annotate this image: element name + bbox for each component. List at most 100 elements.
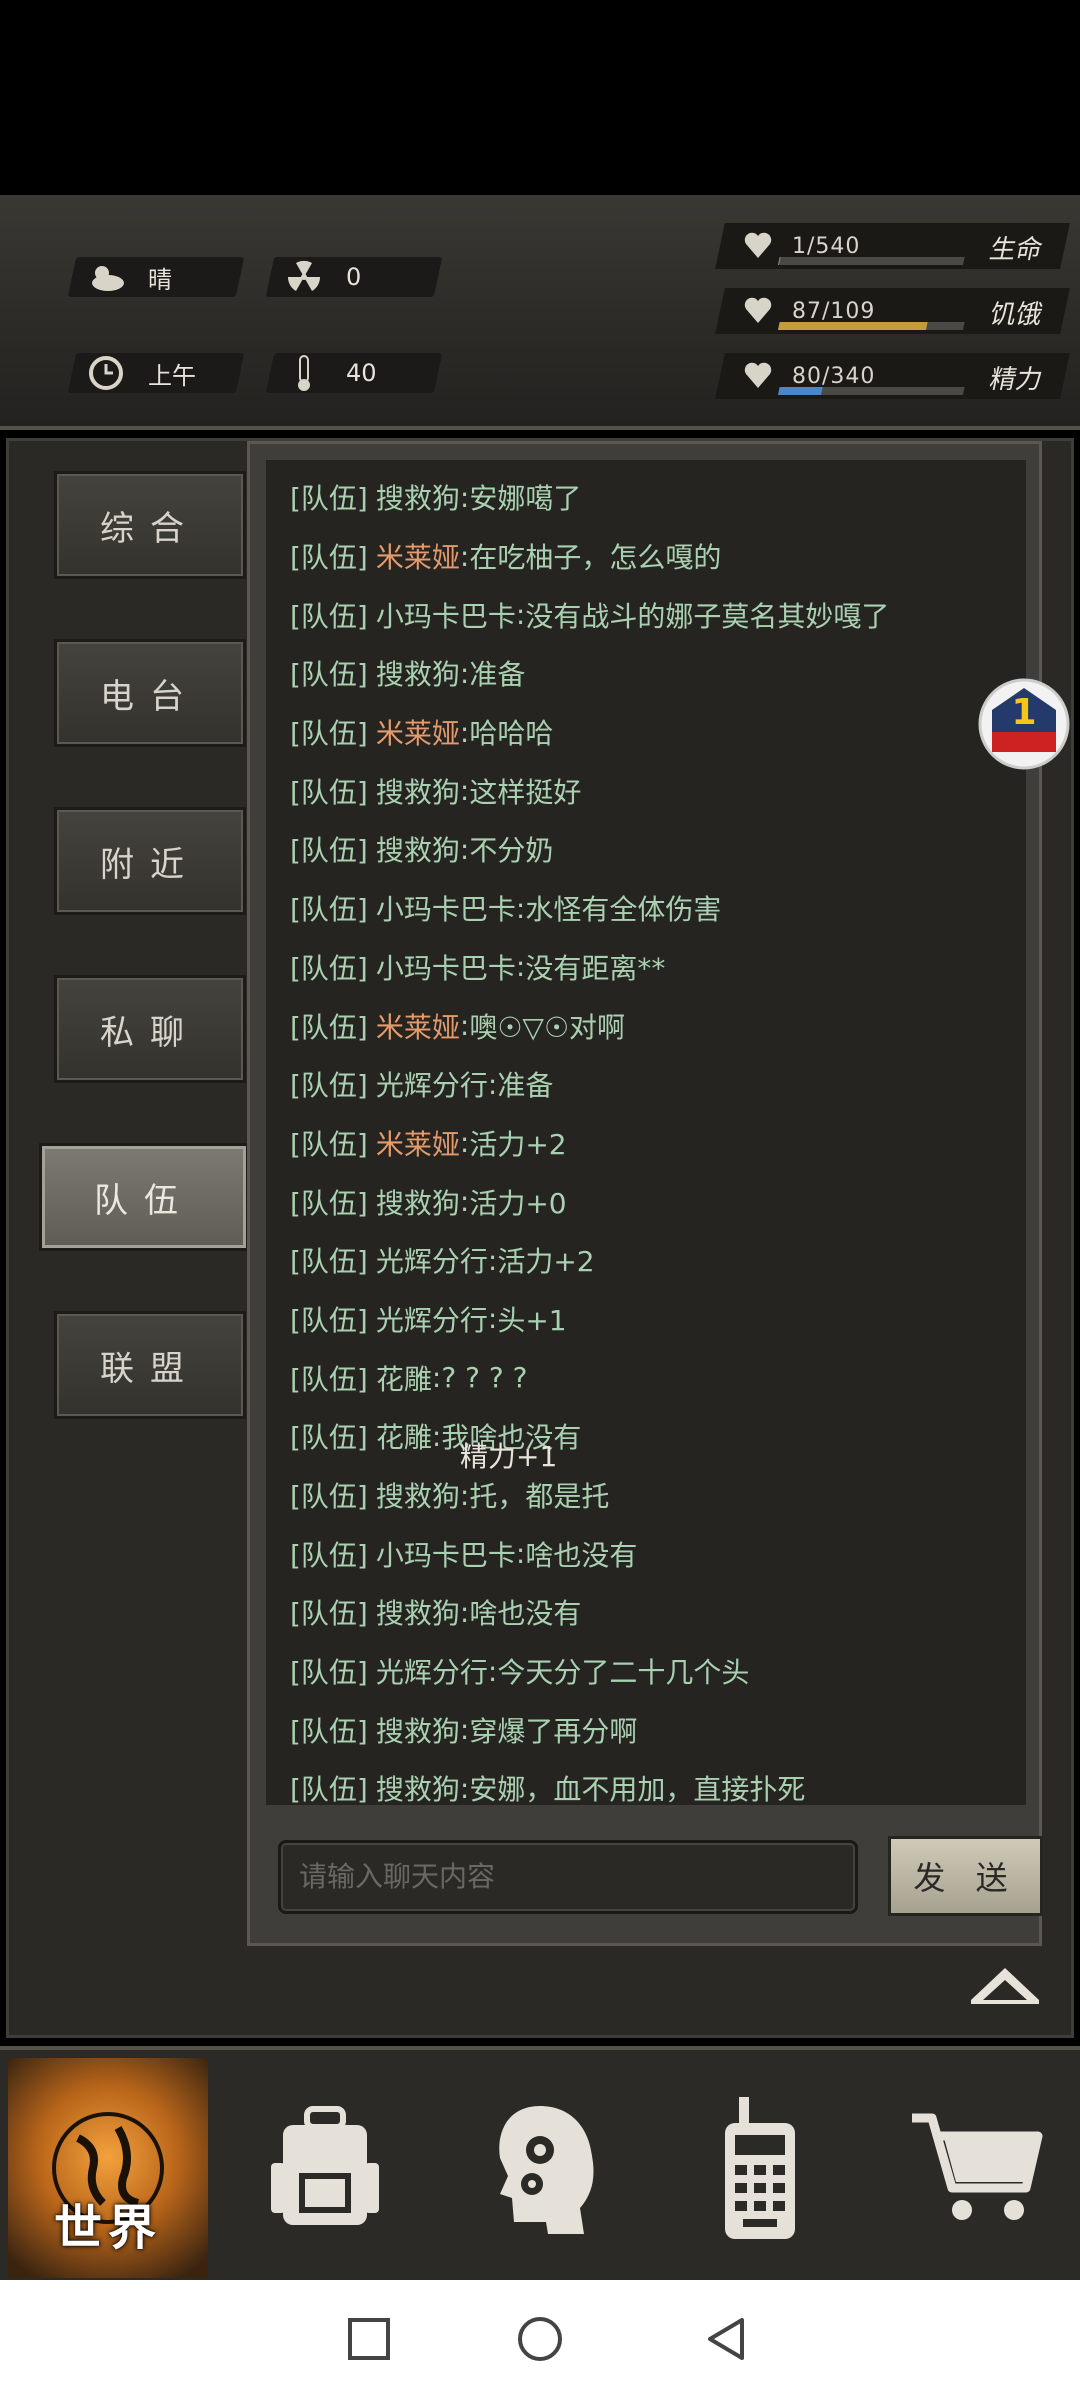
radiation-value: 0 [346, 263, 362, 291]
send-button[interactable]: 发 送 [888, 1836, 1043, 1916]
recent-apps-icon [348, 2318, 390, 2360]
chat-message: [队伍] 搜救狗: 安娜，血不用加，直接扑死 [266, 1759, 1026, 1805]
top-hud: 晴 0 上午 40 1/540 生命 87/109 饥饿 80/340 精力 [0, 195, 1080, 595]
separator: : [515, 598, 526, 632]
notification-badge[interactable]: 1 [978, 662, 1080, 782]
message-text: 不分奶 [469, 834, 554, 868]
separator: : [487, 1654, 498, 1688]
collapse-chat-button[interactable] [967, 1960, 1043, 2006]
chat-message: [队伍] 搜救狗: 活力+0 [266, 1172, 1026, 1231]
chat-message: [队伍] 米莱娅: 噢☉▽☉对啊 [266, 996, 1026, 1055]
channel-tag: [队伍] [290, 658, 368, 692]
chat-message: [队伍] 搜救狗: 托，都是托 [266, 1466, 1026, 1525]
stat-value: 87/109 [792, 298, 876, 324]
nav-radio-button[interactable] [660, 2058, 860, 2278]
sender-name[interactable]: 花雕 [376, 1416, 432, 1456]
tab-3[interactable]: 私聊 [54, 975, 246, 1083]
separator: : [459, 715, 470, 749]
sender-name[interactable]: 小玛卡巴卡 [376, 595, 516, 635]
sender-name[interactable]: 搜救狗 [376, 1710, 460, 1750]
channel-tag: [队伍] [290, 1010, 368, 1044]
shopping-cart-icon [912, 2113, 1043, 2220]
sender-name[interactable]: 米莱娅 [376, 1123, 460, 1163]
chat-message: [队伍] 小玛卡巴卡: 没有战斗的娜子莫名其妙嘎了 [266, 585, 1026, 644]
channel-tag: [队伍] [290, 1656, 368, 1690]
chat-message-list[interactable]: [队伍] 搜救狗: 安娜噶了 [队伍] 米莱娅: 在吃柚子，怎么嘎的 [队伍] 小玛卡巴卡: 没… [266, 460, 1026, 1805]
tab-0[interactable]: 综合 [54, 471, 246, 579]
message-text: 啥也没有 [525, 1538, 638, 1572]
message-text: 在吃柚子，怎么嘎的 [469, 541, 722, 575]
message-text: 噢☉▽☉对啊 [469, 1010, 626, 1044]
message-text: 没有距离** [525, 951, 666, 985]
separator: : [459, 539, 470, 573]
message-text: ? ? ? ? [441, 1361, 528, 1395]
radiation-icon [284, 257, 324, 297]
sender-name[interactable]: 光辉分行 [376, 1240, 488, 1280]
sender-name[interactable]: 搜救狗 [376, 653, 460, 693]
separator: : [459, 656, 470, 690]
message-text: 活力+2 [497, 1245, 595, 1279]
nav-skills-button[interactable] [443, 2058, 643, 2278]
svg-text:1: 1 [1011, 692, 1036, 733]
sender-name[interactable]: 小玛卡巴卡 [376, 1534, 516, 1574]
sender-name[interactable]: 搜救狗 [376, 1182, 460, 1222]
stat-name: 生命 [986, 235, 1046, 265]
stat-name: 精力 [986, 365, 1046, 395]
sender-name[interactable]: 花雕 [376, 1358, 432, 1398]
channel-tag: [队伍] [290, 1362, 368, 1396]
separator: : [487, 1067, 498, 1101]
chat-message: [队伍] 小玛卡巴卡: 没有距离** [266, 938, 1026, 997]
nav-shop-button[interactable] [878, 2058, 1078, 2278]
channel-tag: [队伍] [290, 775, 368, 809]
message-text: 安娜噶了 [469, 482, 582, 516]
channel-tag: [队伍] [290, 541, 368, 575]
sender-name[interactable]: 米莱娅 [376, 712, 460, 752]
tab-1[interactable]: 电台 [54, 639, 246, 747]
sender-name[interactable]: 搜救狗 [376, 477, 460, 517]
separator: : [459, 1009, 470, 1043]
sender-name[interactable]: 光辉分行 [376, 1299, 488, 1339]
separator: : [459, 1478, 470, 1512]
sender-name[interactable]: 搜救狗 [376, 1768, 460, 1805]
stat-0: 1/540 生命 [715, 223, 1070, 269]
channel-tag: [队伍] [290, 1303, 368, 1337]
sender-name[interactable]: 搜救狗 [376, 1592, 460, 1632]
sender-name[interactable]: 光辉分行 [376, 1064, 488, 1104]
message-text: 这样挺好 [469, 775, 582, 809]
sender-name[interactable]: 光辉分行 [376, 1651, 488, 1691]
stat-1: 87/109 饥饿 [715, 288, 1070, 334]
tab-2[interactable]: 附近 [54, 807, 246, 915]
sender-name[interactable]: 米莱娅 [376, 536, 460, 576]
separator: : [515, 1537, 526, 1571]
message-text: 活力+2 [469, 1127, 567, 1161]
time-chip: 上午 [67, 353, 245, 393]
separator: : [459, 1713, 470, 1747]
chat-message: [队伍] 花雕:? ? ? ? [266, 1348, 1026, 1407]
chat-input[interactable] [278, 1840, 858, 1914]
chat-message: [队伍] 光辉分行: 活力+2 [266, 1231, 1026, 1290]
nav-backpack-button[interactable] [225, 2058, 425, 2278]
stat-bar-fill [777, 322, 928, 330]
tab-5[interactable]: 联盟 [54, 1311, 246, 1419]
nav-world-label: 世界 [53, 2200, 162, 2256]
nav-world-button[interactable]: 世界 [8, 2058, 208, 2278]
head-gears-icon [499, 2106, 594, 2234]
sender-name[interactable]: 小玛卡巴卡 [376, 947, 516, 987]
sender-name[interactable]: 米莱娅 [376, 1006, 460, 1046]
separator: : [515, 891, 526, 925]
message-text: 安娜，血不用加，直接扑死 [469, 1773, 806, 1805]
sender-name[interactable]: 搜救狗 [376, 1475, 460, 1515]
channel-tag: [队伍] [290, 1773, 368, 1805]
floating-stat-text: 精力+1 [460, 1440, 558, 1473]
channel-tag: [队伍] [290, 834, 368, 868]
sender-name[interactable]: 小玛卡巴卡 [376, 888, 516, 928]
stat-bar [777, 322, 965, 330]
tab-4[interactable]: 队伍 [39, 1143, 249, 1251]
message-text: 今天分了二十几个头 [497, 1656, 750, 1690]
sender-name[interactable]: 搜救狗 [376, 829, 460, 869]
weather-value: 晴 [148, 265, 172, 294]
channel-tag: [队伍] [290, 1186, 368, 1220]
message-text: 穿爆了再分啊 [469, 1714, 638, 1748]
sender-name[interactable]: 搜救狗 [376, 771, 460, 811]
clock-icon [86, 353, 126, 393]
